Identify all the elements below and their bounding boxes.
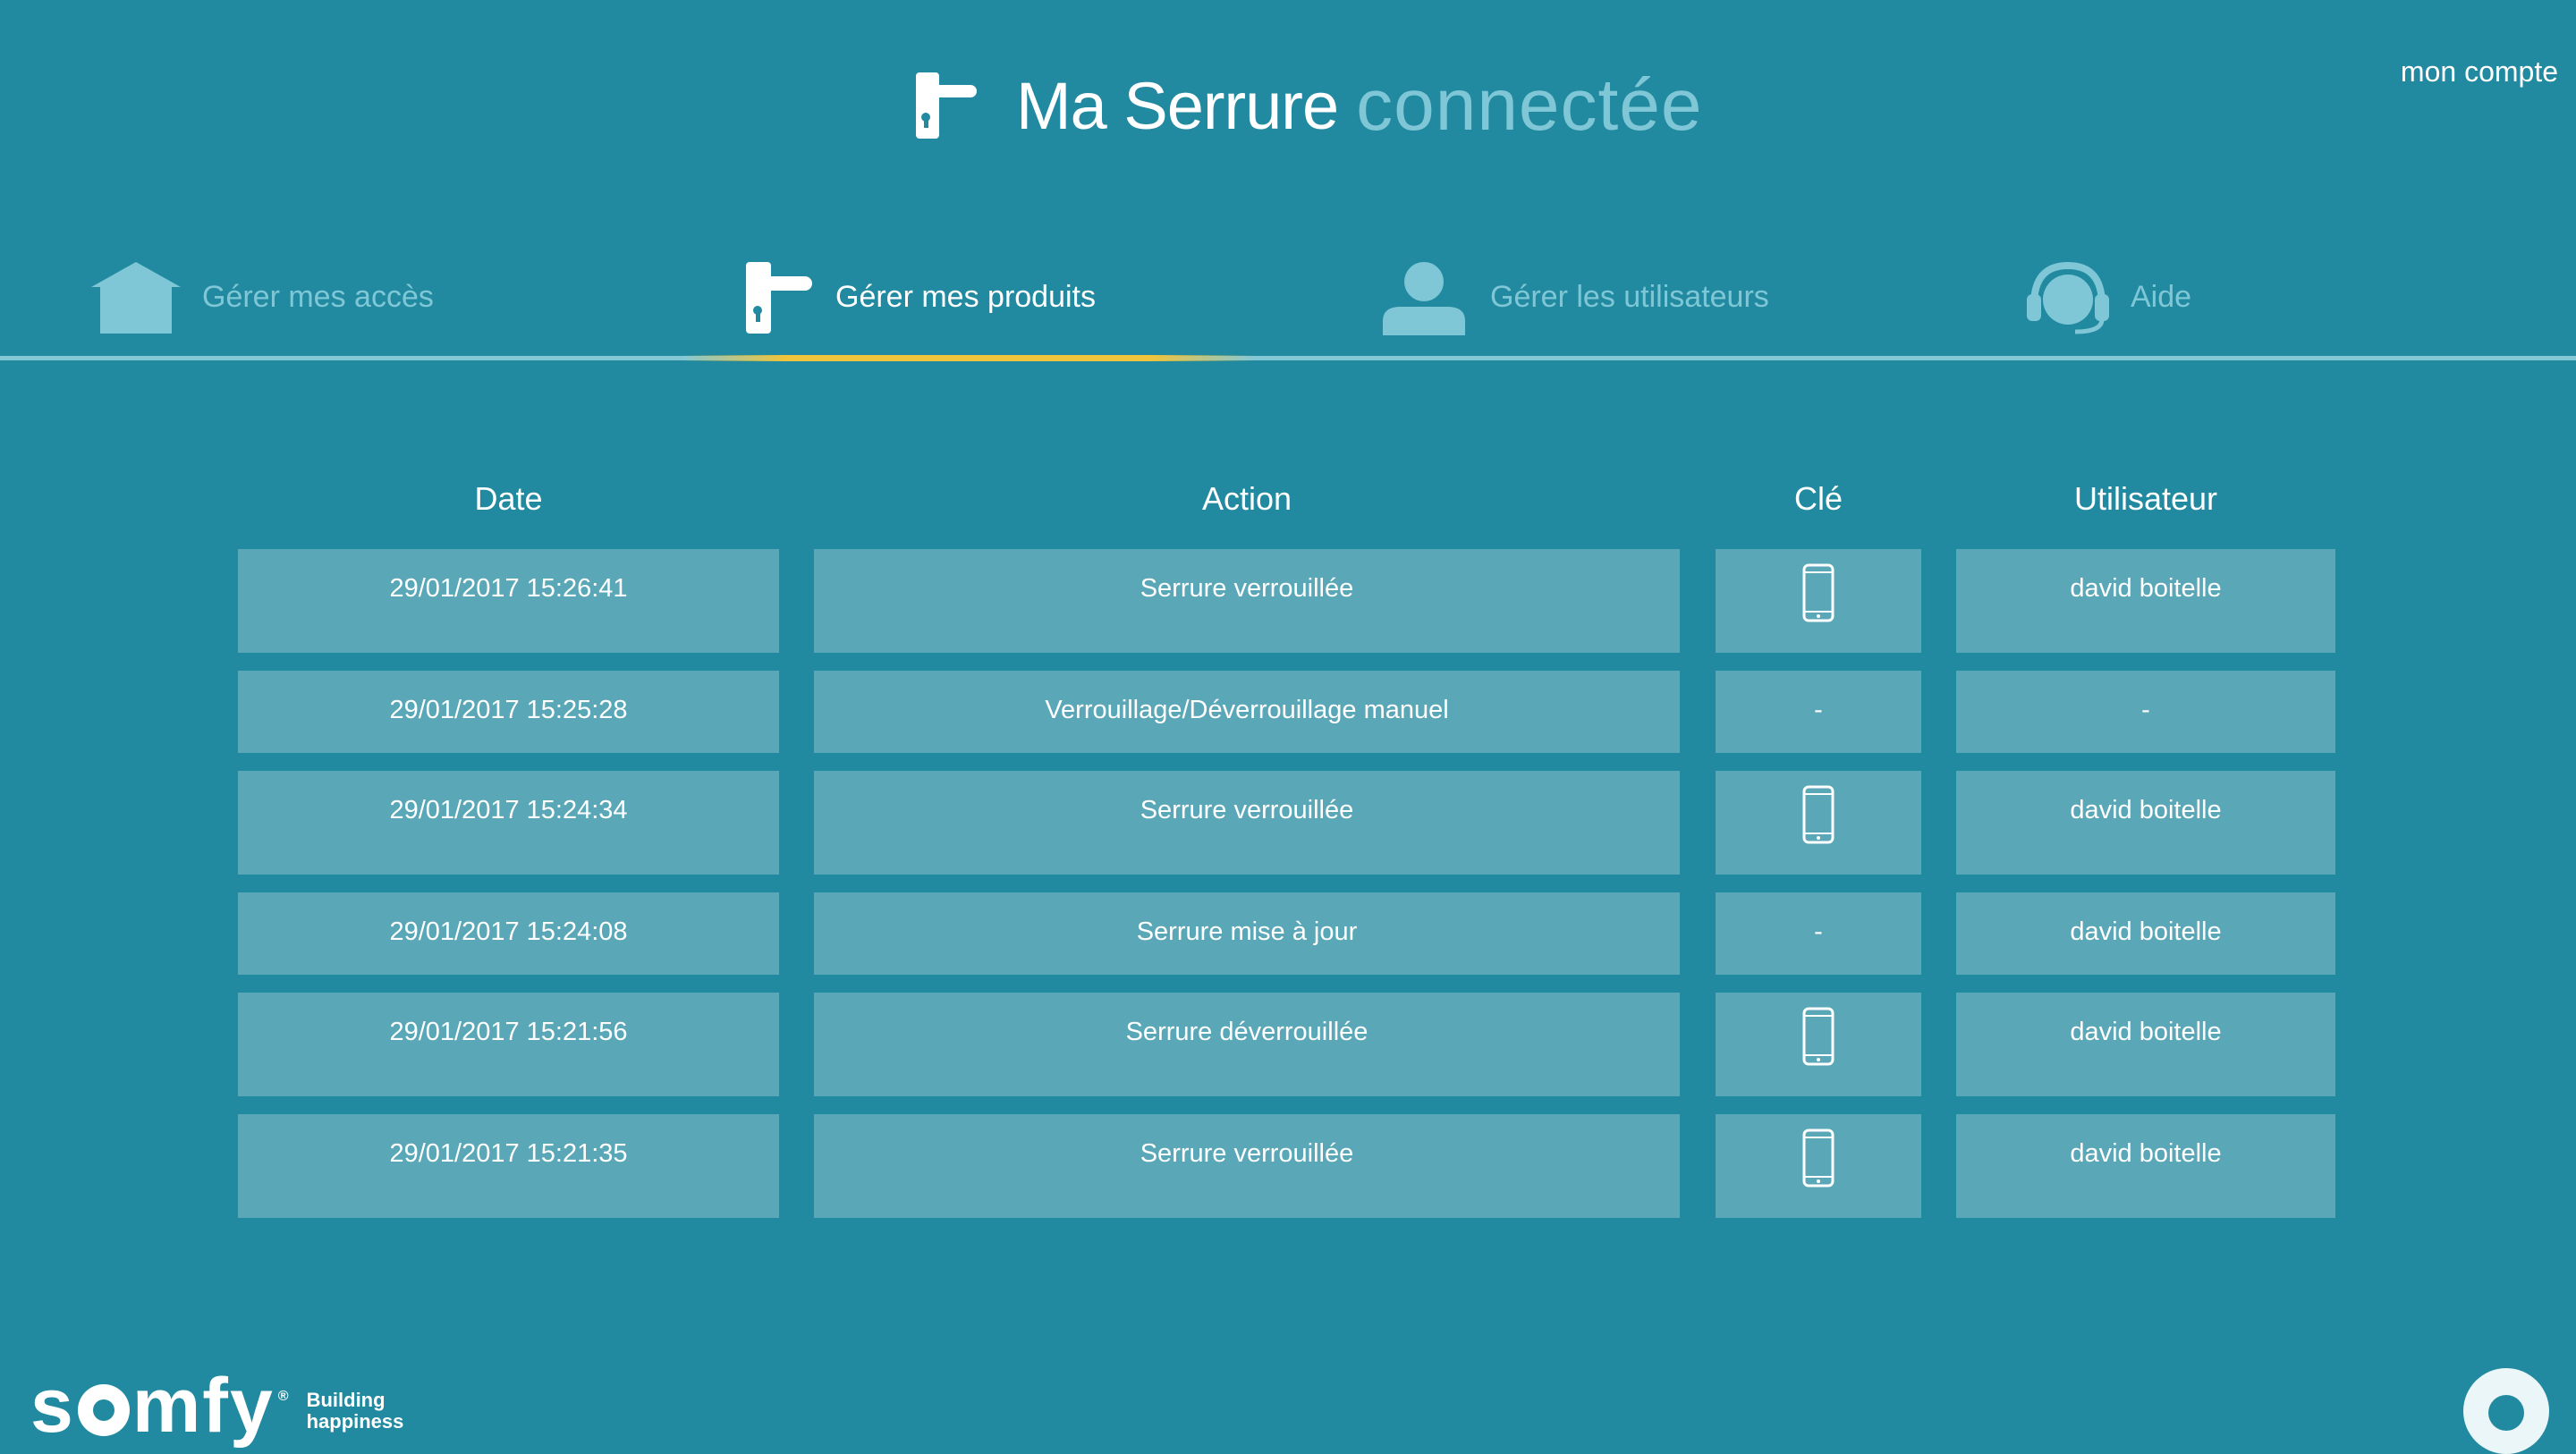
cell-date: 29/01/2017 15:24:34 bbox=[238, 771, 779, 875]
door-handle-icon bbox=[746, 261, 812, 334]
cell-date: 29/01/2017 15:26:41 bbox=[238, 549, 779, 653]
column-header-key: Clé bbox=[1793, 480, 1843, 517]
cell-key bbox=[1716, 771, 1921, 875]
cell-key bbox=[1716, 549, 1921, 653]
cell-user: david boitelle bbox=[1956, 892, 2335, 975]
cell-date: 29/01/2017 15:21:56 bbox=[238, 993, 779, 1096]
cell-action: Verrouillage/Déverrouillage manuel bbox=[814, 671, 1680, 753]
column-header-user: Utilisateur bbox=[2073, 480, 2218, 517]
tab-help[interactable]: Aide bbox=[2025, 232, 2191, 362]
user-icon bbox=[1383, 261, 1465, 335]
tab-help-label: Aide bbox=[2131, 280, 2192, 314]
cell-key: - bbox=[1716, 892, 1921, 975]
cell-key bbox=[1716, 1114, 1921, 1218]
cell-action: Serrure verrouillée bbox=[814, 771, 1680, 875]
cell-user: david boitelle bbox=[1956, 993, 2335, 1096]
registered-mark: ® bbox=[277, 1389, 291, 1404]
cell-action: Serrure mise à jour bbox=[814, 892, 1680, 975]
tab-manage-products-label: Gérer mes produits bbox=[835, 280, 1096, 314]
cell-date: 29/01/2017 15:24:08 bbox=[238, 892, 779, 975]
app-title-light: connectée bbox=[1356, 64, 1703, 146]
column-header-date: Date bbox=[474, 480, 543, 517]
door-handle-logo-icon bbox=[916, 72, 977, 139]
tab-divider bbox=[0, 356, 2576, 360]
cell-key bbox=[1716, 993, 1921, 1096]
cell-user: david boitelle bbox=[1956, 1114, 2335, 1218]
phone-icon bbox=[1802, 1129, 1835, 1188]
tab-manage-access-label: Gérer mes accès bbox=[202, 280, 434, 314]
logo-wordmark: s mfy ® bbox=[30, 1361, 291, 1449]
cell-date: 29/01/2017 15:25:28 bbox=[238, 671, 779, 753]
help-chat-icon[interactable] bbox=[2463, 1368, 2549, 1454]
active-tab-indicator bbox=[682, 355, 1254, 361]
cell-action: Serrure verrouillée bbox=[814, 549, 1680, 653]
headset-icon bbox=[2027, 261, 2109, 334]
cell-action: Serrure déverrouillée bbox=[814, 993, 1680, 1096]
phone-icon bbox=[1802, 785, 1835, 844]
tab-manage-products[interactable]: Gérer mes produits bbox=[744, 232, 1096, 362]
main-tabs: Gérer mes accès Gérer mes produits Gérer… bbox=[0, 232, 2576, 362]
cell-date: 29/01/2017 15:21:35 bbox=[238, 1114, 779, 1218]
house-icon bbox=[91, 261, 181, 334]
tab-manage-users-label: Gérer les utilisateurs bbox=[1490, 280, 1769, 314]
account-link[interactable]: mon compte bbox=[2401, 55, 2558, 89]
phone-icon bbox=[1802, 563, 1835, 622]
cell-user: david boitelle bbox=[1956, 771, 2335, 875]
logo-letters-mfy: mfy bbox=[131, 1363, 275, 1449]
tagline-line-2: happiness bbox=[306, 1410, 404, 1433]
tab-manage-users[interactable]: Gérer les utilisateurs bbox=[1377, 232, 1769, 362]
tagline-line-1: Building bbox=[306, 1389, 386, 1411]
app-title: Ma Serrure connectée bbox=[914, 61, 1703, 150]
phone-icon bbox=[1802, 1007, 1835, 1066]
logo-tagline: Building happiness bbox=[307, 1390, 404, 1433]
cell-user: david boitelle bbox=[1956, 549, 2335, 653]
logo-letter-s: s bbox=[30, 1363, 75, 1449]
cell-key: - bbox=[1716, 671, 1921, 753]
app-title-strong: Ma Serrure bbox=[1016, 68, 1339, 143]
cell-action: Serrure verrouillée bbox=[814, 1114, 1680, 1218]
tab-manage-access[interactable]: Gérer mes accès bbox=[89, 232, 434, 362]
column-header-action: Action bbox=[1201, 480, 1292, 517]
somfy-logo: s mfy ® Building happiness bbox=[30, 1361, 404, 1449]
cell-user: - bbox=[1956, 671, 2335, 753]
logo-circle-icon bbox=[77, 1384, 130, 1436]
